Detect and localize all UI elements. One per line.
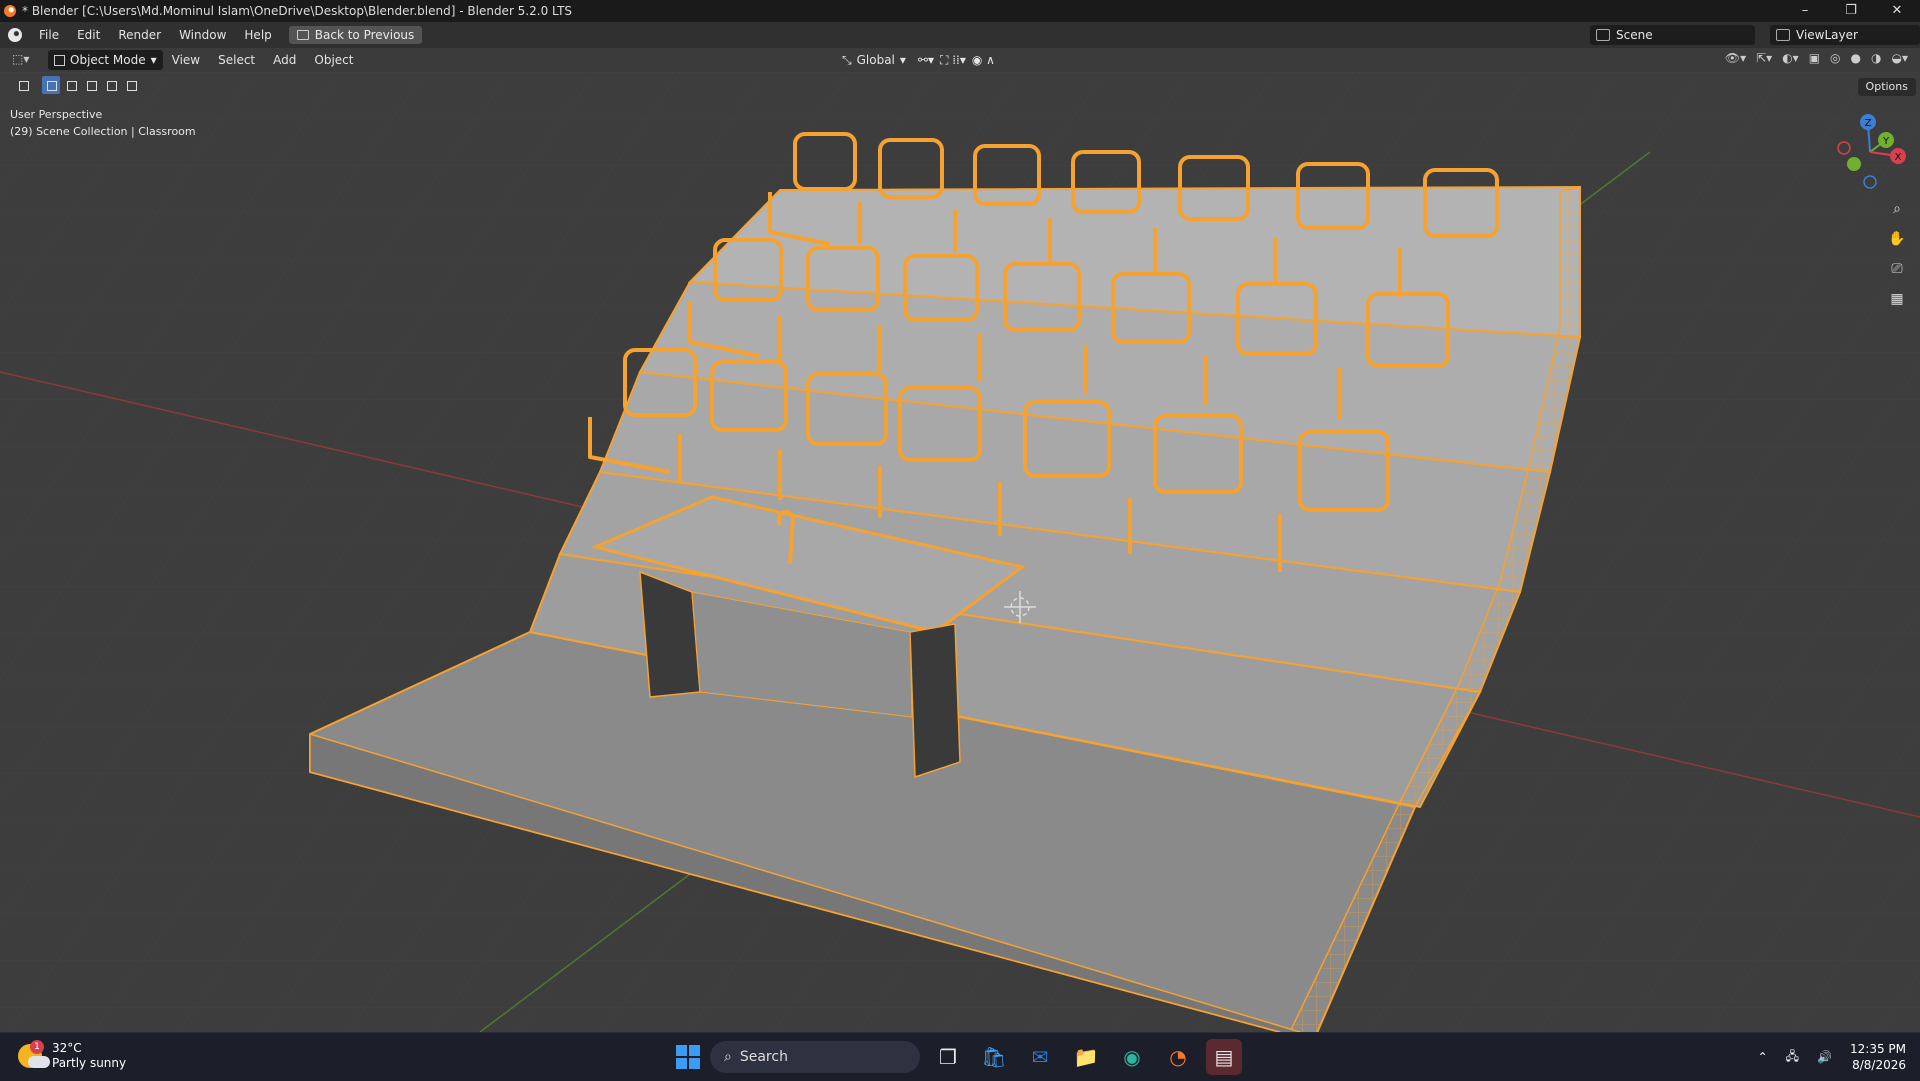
view-layer-selector[interactable]: ViewLayer <box>1770 25 1920 45</box>
select-box-new-icon[interactable] <box>42 76 60 94</box>
orientation-dropdown[interactable]: ⤡ Global ▾ <box>836 50 912 70</box>
chevron-down-icon: ▾ <box>150 53 157 67</box>
menu-help[interactable]: Help <box>235 22 280 48</box>
object-mode-icon <box>54 54 65 66</box>
search-placeholder: Search <box>739 1049 788 1065</box>
blender-menu-icon[interactable] <box>8 28 22 42</box>
window-controls: – ❐ ✕ <box>1782 0 1920 22</box>
tool-settings-row <box>0 74 140 96</box>
orientation-icon: ⤡ <box>842 52 852 67</box>
shading-rendered-icon[interactable]: ◒▾ <box>1892 51 1909 65</box>
weather-badge: 1 <box>30 1040 44 1054</box>
taskbar-search[interactable]: ⌕ Search <box>710 1041 920 1073</box>
orientation-label: Global <box>856 53 895 67</box>
app-taskbar-icon[interactable]: ▤ <box>1206 1039 1242 1075</box>
window-titlebar: * Blender [C:\Users\Md.Mominul Islam\One… <box>0 0 1920 22</box>
3d-viewport[interactable]: User Perspective (29) Scene Collection |… <box>0 72 1920 1032</box>
windows-taskbar: 1 32°C Partly sunny ⌕ Search ❐ 🛍 ✉ 📁 ◉ ◔… <box>0 1032 1920 1081</box>
shading-controls: 👁▾ ⇱▾ ◐▾ ▣ ◎ ● ◑ ◒▾ <box>1725 51 1908 65</box>
pan-hand-icon[interactable]: ✋ <box>1884 226 1910 252</box>
gizmo-y-label: Y <box>1882 136 1890 147</box>
select-box-intersect-icon[interactable] <box>122 76 140 94</box>
system-tray: ⌃ 🖧 🔊 12:35 PM 8/8/2026 <box>1758 1041 1906 1073</box>
scene-render <box>0 72 1920 1032</box>
zoom-icon[interactable]: ⌕ <box>1884 196 1910 222</box>
camera-icon[interactable]: ⎚ <box>1884 256 1910 282</box>
window-title: * Blender [C:\Users\Md.Mominul Islam\One… <box>22 4 573 18</box>
menu-object[interactable]: Object <box>305 47 362 73</box>
menu-view[interactable]: View <box>163 47 209 73</box>
topbar: File Edit Render Window Help Back to Pre… <box>0 22 1920 48</box>
weather-condition: Partly sunny <box>52 1056 127 1070</box>
weather-icon: 1 <box>18 1040 50 1068</box>
blender-taskbar-icon[interactable]: ◔ <box>1160 1039 1196 1075</box>
gizmo-toggle-icon[interactable]: ⇱▾ <box>1756 51 1772 65</box>
proportional-edit-icon[interactable]: ◉ ∧ <box>972 53 995 67</box>
weather-widget[interactable]: 1 32°C Partly sunny <box>18 1040 127 1071</box>
shading-wireframe-icon[interactable]: ◎ <box>1830 51 1840 65</box>
visibility-icon[interactable]: 👁▾ <box>1725 51 1746 65</box>
select-box-invert-icon[interactable] <box>102 76 120 94</box>
volume-icon[interactable]: 🔊 <box>1817 1050 1832 1064</box>
outlook-icon[interactable]: ✉ <box>1022 1039 1058 1075</box>
minimize-button[interactable]: – <box>1782 0 1828 22</box>
network-icon[interactable]: 🖧 <box>1786 1047 1799 1068</box>
snap-icon[interactable]: ⛶ ⁞⁞▾ <box>940 53 966 68</box>
taskbar-apps: ⌕ Search ❐ 🛍 ✉ 📁 ◉ ◔ ▤ <box>676 1039 1242 1075</box>
overlay-icon[interactable]: ◐▾ <box>1782 51 1799 65</box>
view-layer-icon <box>1776 29 1790 41</box>
viewport-header: ⬚▾ Object Mode ▾ View Select Add Object … <box>0 48 1920 72</box>
restore-button[interactable]: ❐ <box>1828 0 1874 22</box>
clock-time: 12:35 PM <box>1850 1042 1906 1056</box>
perspective-label: User Perspective <box>10 108 103 121</box>
object-mode-label: Object Mode <box>70 53 146 67</box>
search-icon: ⌕ <box>724 1049 732 1065</box>
gizmo-z-label: Z <box>1865 118 1872 129</box>
select-tool-icon[interactable] <box>14 76 32 94</box>
back-to-previous-button[interactable]: Back to Previous <box>288 26 423 44</box>
grid-view-icon[interactable]: ▦ <box>1884 286 1910 312</box>
clock[interactable]: 12:35 PM 8/8/2026 <box>1850 1041 1906 1073</box>
select-box-extend-icon[interactable] <box>62 76 80 94</box>
view-layer-name: ViewLayer <box>1796 28 1858 42</box>
gizmo-x-label: X <box>1895 152 1902 163</box>
menu-render[interactable]: Render <box>109 22 170 48</box>
scene-selector[interactable]: Scene <box>1590 25 1755 45</box>
menu-edit[interactable]: Edit <box>68 22 109 48</box>
transform-controls: ⤡ Global ▾ ⚯▾ ⛶ ⁞⁞▾ ◉ ∧ <box>836 50 995 70</box>
menu-file[interactable]: File <box>30 22 68 48</box>
object-mode-dropdown[interactable]: Object Mode ▾ <box>48 50 163 70</box>
tray-overflow-icon[interactable]: ⌃ <box>1758 1050 1768 1064</box>
screen-icon <box>296 30 309 40</box>
collection-label: (29) Scene Collection | Classroom <box>10 125 196 138</box>
pivot-icon[interactable]: ⚯▾ <box>918 53 934 67</box>
close-button[interactable]: ✕ <box>1874 0 1920 22</box>
select-box-subtract-icon[interactable] <box>82 76 100 94</box>
scene-name: Scene <box>1616 28 1653 42</box>
start-button[interactable] <box>676 1045 700 1069</box>
file-explorer-icon[interactable]: 📁 <box>1068 1039 1104 1075</box>
xray-icon[interactable]: ▣ <box>1809 51 1820 65</box>
task-view-icon[interactable]: ❐ <box>930 1039 966 1075</box>
chevron-down-icon: ▾ <box>899 53 906 67</box>
shading-material-icon[interactable]: ◑ <box>1871 51 1881 65</box>
options-button[interactable]: Options <box>1857 78 1916 96</box>
shading-solid-icon[interactable]: ● <box>1851 51 1861 65</box>
back-to-previous-label: Back to Previous <box>314 28 415 42</box>
menu-add[interactable]: Add <box>264 47 305 73</box>
clock-date: 8/8/2026 <box>1852 1058 1906 1072</box>
edge-browser-icon[interactable]: ◉ <box>1114 1039 1150 1075</box>
editor-type-icon[interactable]: ⬚▾ <box>12 52 29 66</box>
menu-window[interactable]: Window <box>170 22 235 48</box>
scene-icon <box>1596 29 1610 41</box>
menu-select[interactable]: Select <box>209 47 264 73</box>
temperature: 32°C <box>52 1041 82 1055</box>
blender-logo-icon <box>4 5 16 17</box>
navigation-gizmo[interactable]: Z Y X <box>1830 112 1910 192</box>
microsoft-store-icon[interactable]: 🛍 <box>976 1039 1012 1075</box>
